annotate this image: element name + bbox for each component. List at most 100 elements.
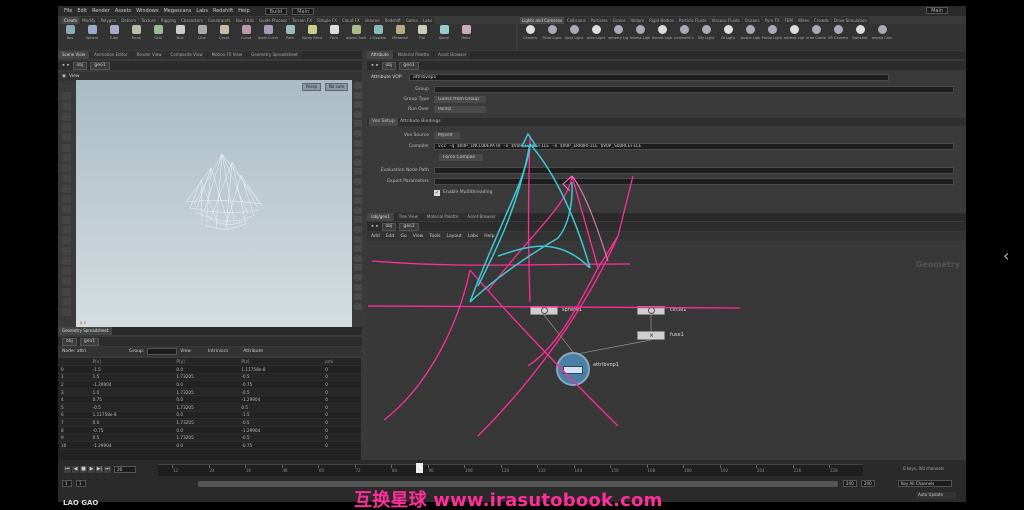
node-fuse1[interactable]: ⨯	[637, 331, 665, 340]
shelf-tool[interactable]: Environment Light	[674, 25, 694, 49]
group-field[interactable]	[147, 348, 177, 355]
display-option-button[interactable]	[354, 226, 362, 233]
pane-tab[interactable]: Motion FX View	[208, 51, 247, 59]
viewport-tool-button[interactable]	[62, 154, 71, 162]
shelf-tab[interactable]: Particles	[589, 17, 610, 24]
menu-edit[interactable]: Edit	[77, 8, 87, 14]
shelf-tool[interactable]: Tube	[104, 25, 124, 49]
display-option-button[interactable]	[354, 264, 362, 271]
shelf-tool[interactable]: Area Light	[586, 25, 606, 49]
viewport-tool-button[interactable]	[62, 174, 71, 182]
viewport-tool-button[interactable]	[62, 133, 71, 141]
shelf-tool[interactable]: Stereo Camera	[806, 25, 826, 49]
chevron-left-icon[interactable]: ‹	[1003, 246, 1009, 265]
display-option-button[interactable]	[354, 82, 362, 89]
export-field[interactable]	[434, 178, 954, 185]
path-obj[interactable]: obj	[62, 338, 77, 346]
shelf-tab[interactable]: Volume	[363, 17, 382, 24]
shelf-tool[interactable]: Path	[280, 25, 300, 49]
display-option-button[interactable]	[354, 178, 362, 185]
shelf-tab[interactable]: Polygon	[99, 17, 119, 24]
network-menu-item[interactable]: Go	[400, 234, 406, 239]
pane-tab[interactable]: Asset Browser	[434, 51, 470, 59]
viewport-tool-button[interactable]	[62, 123, 71, 131]
shelf-tool[interactable]: Draw Curve	[258, 25, 278, 49]
last-frame-icon[interactable]: ⏭	[104, 466, 111, 473]
build-desktop-select[interactable]: Build	[265, 8, 288, 15]
shelf-tool[interactable]: L-System	[368, 25, 388, 49]
end-frame-field[interactable]: 240	[843, 480, 857, 487]
shelf-tool[interactable]: Circle	[214, 25, 234, 49]
shelf-tab[interactable]: Oceans	[743, 17, 762, 24]
viewport-tool-button[interactable]	[62, 226, 71, 234]
shelf-tool[interactable]: Platonic Solids	[346, 25, 366, 49]
shelf-tab[interactable]: Collisions	[565, 17, 588, 24]
viewport-tool-button[interactable]	[62, 92, 71, 100]
shelf-tool[interactable]: Geometry Light	[608, 25, 628, 49]
checkbox-icon[interactable]: ✓	[434, 190, 440, 196]
shelf-tab[interactable]: Drive Simulation	[832, 17, 869, 24]
play-icon[interactable]: ▶	[88, 466, 95, 473]
node-circle1[interactable]	[637, 306, 665, 315]
shelf-tab[interactable]: Vellum	[629, 17, 647, 24]
network-menu-item[interactable]: Tools	[429, 234, 440, 239]
tab-vex-setup[interactable]: Vex Setup	[369, 118, 398, 126]
display-option-button[interactable]	[354, 216, 362, 223]
viewport-tool-button[interactable]	[62, 236, 71, 244]
shelf-tool[interactable]: Ambient Light	[784, 25, 804, 49]
forward-icon[interactable]: ▸	[376, 63, 378, 68]
viewport-tool-button[interactable]	[62, 257, 71, 265]
display-option-button[interactable]	[354, 101, 362, 108]
tab-attribute-bindings[interactable]: Attribute Bindings	[397, 118, 444, 126]
shelf-tab[interactable]: Game	[404, 17, 420, 24]
pane-tab[interactable]: Render View	[132, 51, 165, 59]
shelf-tab[interactable]: Constraints	[206, 17, 233, 24]
back-icon[interactable]: ◂	[371, 224, 373, 229]
shelf-tool[interactable]: Portal Light	[762, 25, 782, 49]
shelf-tab[interactable]: Rigging	[159, 17, 178, 24]
shelf-tool[interactable]: File	[412, 25, 432, 49]
auto-update-menu[interactable]: Auto Update	[916, 492, 956, 499]
shelf-tool[interactable]: Spot Light	[564, 25, 584, 49]
main-context-select[interactable]: Main	[926, 7, 948, 14]
display-option-button[interactable]	[354, 284, 362, 291]
shelf-tool[interactable]: Metaball	[390, 25, 410, 49]
display-option-button[interactable]	[354, 130, 362, 137]
force-compile-button[interactable]: Force Compile	[439, 154, 483, 161]
shelf-tab[interactable]: Guide Process	[257, 17, 289, 24]
viewport-tool-button[interactable]	[62, 164, 71, 172]
viewport-tool-button[interactable]	[62, 185, 71, 193]
geometry-spreadsheet[interactable]: P[x]P[y]P[z]pmi 0-1.50.01.11758e-8011.51…	[58, 358, 361, 460]
display-option-button[interactable]	[354, 188, 362, 195]
viewport-tool-button[interactable]	[62, 288, 71, 296]
shelf-tab[interactable]: Grains	[611, 17, 628, 24]
path-node[interactable]: geo1	[80, 338, 99, 346]
shelf-tab[interactable]: Crowds	[812, 17, 831, 24]
viewport-tool-button[interactable]	[62, 205, 71, 213]
display-option-button[interactable]	[354, 92, 362, 99]
viewport-tool-button[interactable]	[62, 102, 71, 110]
path-node[interactable]: geo1	[399, 223, 418, 231]
menu-megascans[interactable]: Megascans	[163, 8, 191, 14]
menu-windows[interactable]: Windows	[136, 8, 158, 14]
main-desktop-select[interactable]: Main	[292, 8, 314, 15]
shelf-tool[interactable]: Box	[60, 25, 80, 49]
path-node[interactable]: geo1	[399, 62, 418, 70]
viewport-tool-button[interactable]	[62, 195, 71, 203]
node-attribvop1[interactable]	[556, 352, 590, 386]
shelf-tab[interactable]: Pyro FX	[763, 17, 782, 24]
shelf-tool[interactable]: GI Light	[718, 25, 738, 49]
shelf-tool[interactable]: Null	[170, 25, 190, 49]
intrinsics-menu[interactable]: Intrinsics	[208, 349, 228, 354]
shelf-tool[interactable]: Switcher	[850, 25, 870, 49]
shelf-tab[interactable]: Wires	[796, 17, 811, 24]
shelf-tool[interactable]: Caustic Light	[740, 25, 760, 49]
stop-icon[interactable]: ■	[80, 466, 87, 473]
viewport-tool-button[interactable]	[62, 298, 71, 306]
network-tab[interactable]: Asset Browser	[463, 213, 499, 221]
shelf-tool[interactable]: Curve	[236, 25, 256, 49]
shelf-tab[interactable]: Simple FX	[315, 17, 339, 24]
shelf-tab[interactable]: Texture	[139, 17, 158, 24]
network-editor[interactable]: Geometry sphere1 circle1 ⨯ fuse1 attribv…	[367, 242, 966, 460]
menu-render[interactable]: Render	[92, 8, 110, 14]
